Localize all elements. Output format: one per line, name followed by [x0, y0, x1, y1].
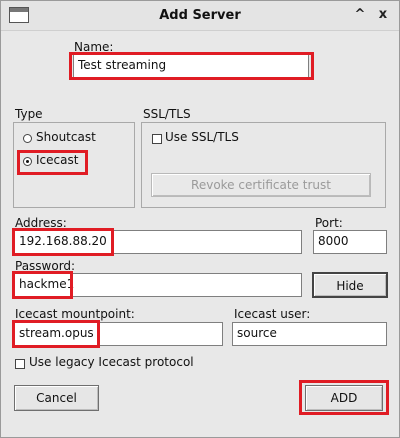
add-highlight: [299, 380, 389, 415]
hide-password-button[interactable]: Hide: [312, 272, 388, 298]
revoke-certificate-button[interactable]: Revoke certificate trust: [151, 173, 371, 197]
port-label: Port:: [315, 216, 343, 230]
radio-shoutcast-label: Shoutcast: [36, 130, 96, 144]
legacy-protocol-label: Use legacy Icecast protocol: [29, 355, 194, 369]
type-group-label: Type: [15, 107, 43, 121]
name-highlight: [69, 52, 314, 80]
radio-shoutcast-icon[interactable]: [23, 134, 32, 143]
password-highlight: [12, 271, 73, 299]
window-title: Add Server: [159, 8, 241, 23]
legacy-protocol-checkbox-box[interactable]: [15, 359, 25, 369]
cancel-button[interactable]: Cancel: [14, 385, 99, 411]
mountpoint-highlight: [12, 320, 100, 348]
close-icon[interactable]: x: [375, 7, 391, 23]
icecast-user-label: Icecast user:: [234, 307, 311, 321]
add-server-dialog: Add Server ^ x Name: Test streaming Type…: [0, 0, 400, 438]
title-bar[interactable]: Add Server ^ x: [1, 1, 399, 31]
ssl-group-label: SSL/TLS: [143, 107, 191, 121]
address-highlight: [12, 228, 114, 256]
icecast-user-field[interactable]: source: [232, 322, 387, 346]
use-ssl-checkbox-box[interactable]: [152, 134, 162, 144]
port-field[interactable]: 8000: [313, 230, 387, 254]
cancel-button-label: Cancel: [36, 391, 77, 405]
collapse-icon[interactable]: ^: [352, 7, 368, 23]
mountpoint-label: Icecast mountpoint:: [15, 307, 135, 321]
icecast-highlight: [17, 150, 88, 175]
use-ssl-label: Use SSL/TLS: [165, 130, 239, 144]
